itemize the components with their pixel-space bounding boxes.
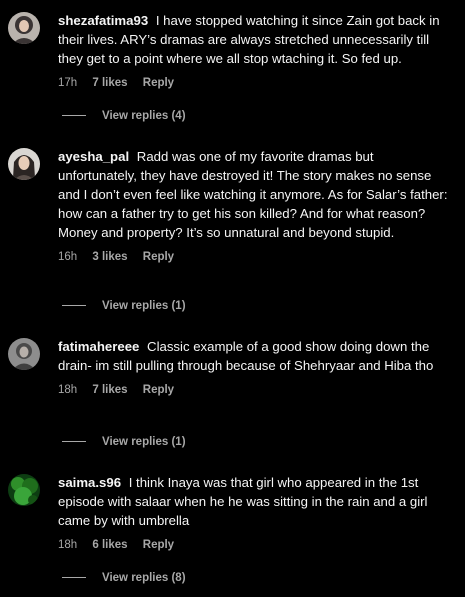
comment-text-block: shezafatima93 I have stopped watching it… [58,11,453,68]
comment-username[interactable]: ayesha_pal [58,149,129,164]
view-replies-label: View replies (1) [102,436,186,448]
reply-button[interactable]: Reply [143,77,174,89]
comment-meta: 17h 7 likes Reply [58,75,453,91]
view-replies-button[interactable]: View replies (4) [62,108,186,124]
divider-line [62,577,86,579]
avatar[interactable] [8,338,40,370]
comment-meta: 16h 3 likes Reply [58,249,453,265]
reply-button[interactable]: Reply [143,539,174,551]
view-replies-button[interactable]: View replies (8) [62,570,186,586]
likes-count[interactable]: 3 likes [92,251,127,263]
comment-text-block: ayesha_pal Radd was one of my favorite d… [58,147,453,242]
profile-photo-icon [8,12,40,44]
comment-time: 18h [58,539,78,551]
comment-text-block: saima.s96 I think Inaya was that girl wh… [58,473,453,530]
profile-photo-icon [8,338,40,370]
comment-time: 16h [58,251,78,263]
view-replies-button[interactable]: View replies (1) [62,434,186,450]
view-replies-label: View replies (1) [102,300,186,312]
comment-time: 17h [58,77,78,89]
divider-line [62,441,86,443]
avatar[interactable] [8,12,40,44]
avatar[interactable] [8,474,40,506]
comment-username[interactable]: fatimahereee [58,339,139,354]
reply-button[interactable]: Reply [143,384,174,396]
comment-text-block: fatimahereee Classic example of a good s… [58,337,453,375]
divider-line [62,305,86,307]
likes-count[interactable]: 6 likes [92,539,127,551]
view-replies-button[interactable]: View replies (1) [62,298,186,314]
comment-username[interactable]: saima.s96 [58,475,121,490]
avatar[interactable] [8,148,40,180]
profile-photo-icon [8,474,40,506]
divider-line [62,115,86,117]
likes-count[interactable]: 7 likes [92,77,127,89]
comment-meta: 18h 6 likes Reply [58,537,453,553]
reply-button[interactable]: Reply [143,251,174,263]
likes-count[interactable]: 7 likes [92,384,127,396]
comment-username[interactable]: shezafatima93 [58,13,148,28]
comment-time: 18h [58,384,78,396]
view-replies-label: View replies (4) [102,110,186,122]
comment-meta: 18h 7 likes Reply [58,382,453,398]
view-replies-label: View replies (8) [102,572,186,584]
profile-photo-icon [8,148,40,180]
